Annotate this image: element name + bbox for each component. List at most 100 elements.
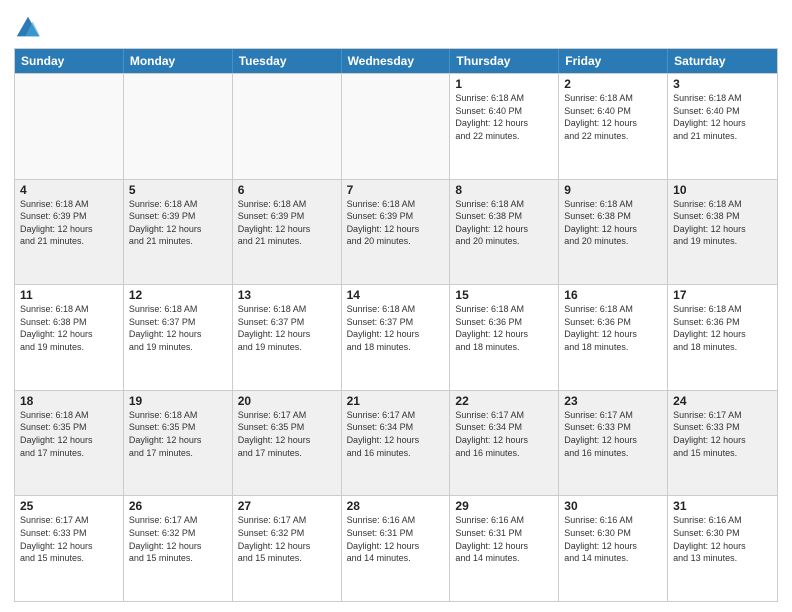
cal-cell-22: 22Sunrise: 6:17 AM Sunset: 6:34 PM Dayli… — [450, 391, 559, 496]
cal-week-3: 18Sunrise: 6:18 AM Sunset: 6:35 PM Dayli… — [15, 390, 777, 496]
day-number: 5 — [129, 183, 227, 197]
cal-cell-28: 28Sunrise: 6:16 AM Sunset: 6:31 PM Dayli… — [342, 496, 451, 601]
cal-cell-31: 31Sunrise: 6:16 AM Sunset: 6:30 PM Dayli… — [668, 496, 777, 601]
cell-info: Sunrise: 6:18 AM Sunset: 6:36 PM Dayligh… — [673, 303, 772, 353]
cal-cell-27: 27Sunrise: 6:17 AM Sunset: 6:32 PM Dayli… — [233, 496, 342, 601]
cal-cell-6: 6Sunrise: 6:18 AM Sunset: 6:39 PM Daylig… — [233, 180, 342, 285]
calendar-header-row: SundayMondayTuesdayWednesdayThursdayFrid… — [15, 49, 777, 73]
header — [14, 10, 778, 42]
cal-week-0: 1Sunrise: 6:18 AM Sunset: 6:40 PM Daylig… — [15, 73, 777, 179]
day-number: 27 — [238, 499, 336, 513]
cal-cell-21: 21Sunrise: 6:17 AM Sunset: 6:34 PM Dayli… — [342, 391, 451, 496]
cal-header-sunday: Sunday — [15, 49, 124, 73]
calendar: SundayMondayTuesdayWednesdayThursdayFrid… — [14, 48, 778, 602]
day-number: 19 — [129, 394, 227, 408]
cell-info: Sunrise: 6:18 AM Sunset: 6:39 PM Dayligh… — [347, 198, 445, 248]
cell-info: Sunrise: 6:17 AM Sunset: 6:32 PM Dayligh… — [129, 514, 227, 564]
day-number: 26 — [129, 499, 227, 513]
page: SundayMondayTuesdayWednesdayThursdayFrid… — [0, 0, 792, 612]
cell-info: Sunrise: 6:16 AM Sunset: 6:31 PM Dayligh… — [347, 514, 445, 564]
cell-info: Sunrise: 6:17 AM Sunset: 6:33 PM Dayligh… — [20, 514, 118, 564]
cell-info: Sunrise: 6:17 AM Sunset: 6:34 PM Dayligh… — [347, 409, 445, 459]
cell-info: Sunrise: 6:18 AM Sunset: 6:39 PM Dayligh… — [129, 198, 227, 248]
cal-cell-26: 26Sunrise: 6:17 AM Sunset: 6:32 PM Dayli… — [124, 496, 233, 601]
day-number: 11 — [20, 288, 118, 302]
cell-info: Sunrise: 6:18 AM Sunset: 6:40 PM Dayligh… — [673, 92, 772, 142]
day-number: 16 — [564, 288, 662, 302]
cell-info: Sunrise: 6:16 AM Sunset: 6:30 PM Dayligh… — [564, 514, 662, 564]
cell-info: Sunrise: 6:17 AM Sunset: 6:33 PM Dayligh… — [673, 409, 772, 459]
cell-info: Sunrise: 6:18 AM Sunset: 6:38 PM Dayligh… — [564, 198, 662, 248]
day-number: 6 — [238, 183, 336, 197]
day-number: 13 — [238, 288, 336, 302]
cal-cell-23: 23Sunrise: 6:17 AM Sunset: 6:33 PM Dayli… — [559, 391, 668, 496]
cal-cell-14: 14Sunrise: 6:18 AM Sunset: 6:37 PM Dayli… — [342, 285, 451, 390]
day-number: 31 — [673, 499, 772, 513]
cal-cell-4: 4Sunrise: 6:18 AM Sunset: 6:39 PM Daylig… — [15, 180, 124, 285]
day-number: 14 — [347, 288, 445, 302]
day-number: 21 — [347, 394, 445, 408]
day-number: 15 — [455, 288, 553, 302]
calendar-body: 1Sunrise: 6:18 AM Sunset: 6:40 PM Daylig… — [15, 73, 777, 601]
day-number: 7 — [347, 183, 445, 197]
cell-info: Sunrise: 6:16 AM Sunset: 6:31 PM Dayligh… — [455, 514, 553, 564]
cal-cell-1: 1Sunrise: 6:18 AM Sunset: 6:40 PM Daylig… — [450, 74, 559, 179]
cal-cell-16: 16Sunrise: 6:18 AM Sunset: 6:36 PM Dayli… — [559, 285, 668, 390]
cell-info: Sunrise: 6:16 AM Sunset: 6:30 PM Dayligh… — [673, 514, 772, 564]
cal-cell-25: 25Sunrise: 6:17 AM Sunset: 6:33 PM Dayli… — [15, 496, 124, 601]
cal-cell-18: 18Sunrise: 6:18 AM Sunset: 6:35 PM Dayli… — [15, 391, 124, 496]
cell-info: Sunrise: 6:17 AM Sunset: 6:32 PM Dayligh… — [238, 514, 336, 564]
day-number: 29 — [455, 499, 553, 513]
cal-week-4: 25Sunrise: 6:17 AM Sunset: 6:33 PM Dayli… — [15, 495, 777, 601]
cell-info: Sunrise: 6:17 AM Sunset: 6:34 PM Dayligh… — [455, 409, 553, 459]
logo-icon — [14, 14, 42, 42]
cal-cell-30: 30Sunrise: 6:16 AM Sunset: 6:30 PM Dayli… — [559, 496, 668, 601]
cal-header-friday: Friday — [559, 49, 668, 73]
day-number: 1 — [455, 77, 553, 91]
cell-info: Sunrise: 6:18 AM Sunset: 6:35 PM Dayligh… — [129, 409, 227, 459]
cell-info: Sunrise: 6:18 AM Sunset: 6:37 PM Dayligh… — [129, 303, 227, 353]
cal-header-tuesday: Tuesday — [233, 49, 342, 73]
cell-info: Sunrise: 6:18 AM Sunset: 6:39 PM Dayligh… — [20, 198, 118, 248]
cal-week-2: 11Sunrise: 6:18 AM Sunset: 6:38 PM Dayli… — [15, 284, 777, 390]
day-number: 18 — [20, 394, 118, 408]
day-number: 25 — [20, 499, 118, 513]
cal-cell-8: 8Sunrise: 6:18 AM Sunset: 6:38 PM Daylig… — [450, 180, 559, 285]
cal-header-saturday: Saturday — [668, 49, 777, 73]
day-number: 28 — [347, 499, 445, 513]
cal-cell-empty-3 — [342, 74, 451, 179]
cal-cell-9: 9Sunrise: 6:18 AM Sunset: 6:38 PM Daylig… — [559, 180, 668, 285]
cal-cell-2: 2Sunrise: 6:18 AM Sunset: 6:40 PM Daylig… — [559, 74, 668, 179]
day-number: 22 — [455, 394, 553, 408]
day-number: 24 — [673, 394, 772, 408]
day-number: 12 — [129, 288, 227, 302]
cal-cell-15: 15Sunrise: 6:18 AM Sunset: 6:36 PM Dayli… — [450, 285, 559, 390]
cell-info: Sunrise: 6:18 AM Sunset: 6:37 PM Dayligh… — [347, 303, 445, 353]
day-number: 9 — [564, 183, 662, 197]
cell-info: Sunrise: 6:17 AM Sunset: 6:35 PM Dayligh… — [238, 409, 336, 459]
day-number: 4 — [20, 183, 118, 197]
cal-header-thursday: Thursday — [450, 49, 559, 73]
day-number: 30 — [564, 499, 662, 513]
day-number: 20 — [238, 394, 336, 408]
cell-info: Sunrise: 6:18 AM Sunset: 6:35 PM Dayligh… — [20, 409, 118, 459]
cal-cell-10: 10Sunrise: 6:18 AM Sunset: 6:38 PM Dayli… — [668, 180, 777, 285]
cal-header-wednesday: Wednesday — [342, 49, 451, 73]
logo — [14, 14, 45, 42]
cal-cell-13: 13Sunrise: 6:18 AM Sunset: 6:37 PM Dayli… — [233, 285, 342, 390]
cell-info: Sunrise: 6:18 AM Sunset: 6:37 PM Dayligh… — [238, 303, 336, 353]
cal-header-monday: Monday — [124, 49, 233, 73]
cell-info: Sunrise: 6:18 AM Sunset: 6:40 PM Dayligh… — [455, 92, 553, 142]
cal-cell-empty-0 — [15, 74, 124, 179]
cal-cell-29: 29Sunrise: 6:16 AM Sunset: 6:31 PM Dayli… — [450, 496, 559, 601]
day-number: 23 — [564, 394, 662, 408]
cal-cell-empty-2 — [233, 74, 342, 179]
day-number: 2 — [564, 77, 662, 91]
cell-info: Sunrise: 6:18 AM Sunset: 6:39 PM Dayligh… — [238, 198, 336, 248]
cal-cell-12: 12Sunrise: 6:18 AM Sunset: 6:37 PM Dayli… — [124, 285, 233, 390]
cal-cell-17: 17Sunrise: 6:18 AM Sunset: 6:36 PM Dayli… — [668, 285, 777, 390]
cal-cell-5: 5Sunrise: 6:18 AM Sunset: 6:39 PM Daylig… — [124, 180, 233, 285]
cell-info: Sunrise: 6:17 AM Sunset: 6:33 PM Dayligh… — [564, 409, 662, 459]
cal-cell-empty-1 — [124, 74, 233, 179]
cell-info: Sunrise: 6:18 AM Sunset: 6:36 PM Dayligh… — [455, 303, 553, 353]
